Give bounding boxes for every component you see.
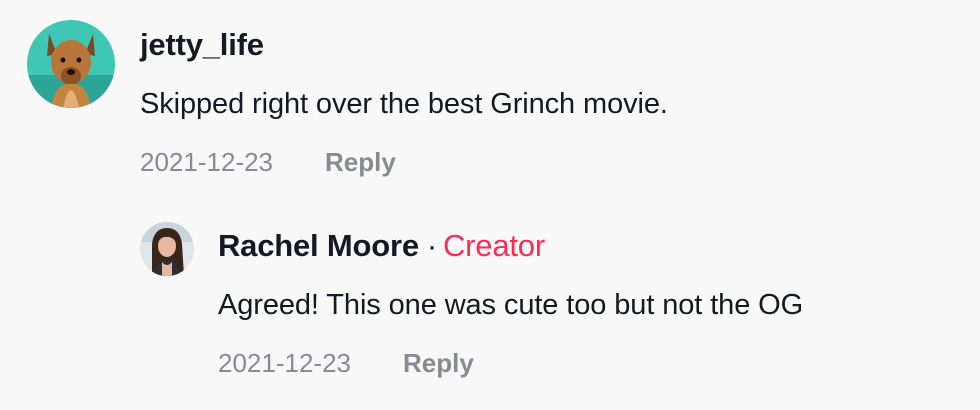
reply-button[interactable]: Reply	[325, 147, 396, 177]
reply-username-row: Rachel Moore · Creator	[218, 228, 545, 264]
reply-meta: 2021-12-23 Reply	[218, 348, 474, 379]
separator-dot: ·	[426, 228, 437, 263]
creator-badge: Creator	[443, 228, 545, 263]
comment-item: jetty_life Skipped right over the best G…	[0, 0, 980, 200]
avatar[interactable]	[140, 222, 194, 276]
reply-text: Agreed! This one was cute too but not th…	[218, 289, 804, 321]
avatar[interactable]	[27, 20, 115, 108]
reply-item: Rachel Moore · Creator Agreed! This one wa…	[0, 200, 980, 410]
reply-date: 2021-12-23	[218, 348, 351, 378]
comment-date: 2021-12-23	[140, 147, 273, 177]
dog-avatar-image	[27, 20, 115, 108]
comment-meta: 2021-12-23 Reply	[140, 147, 396, 178]
reply-button[interactable]: Reply	[403, 348, 474, 378]
comment-text: Skipped right over the best Grinch movie…	[140, 88, 668, 120]
comment-username[interactable]: jetty_life	[140, 27, 264, 63]
reply-username[interactable]: Rachel Moore	[218, 228, 419, 263]
woman-avatar-image	[140, 222, 194, 276]
